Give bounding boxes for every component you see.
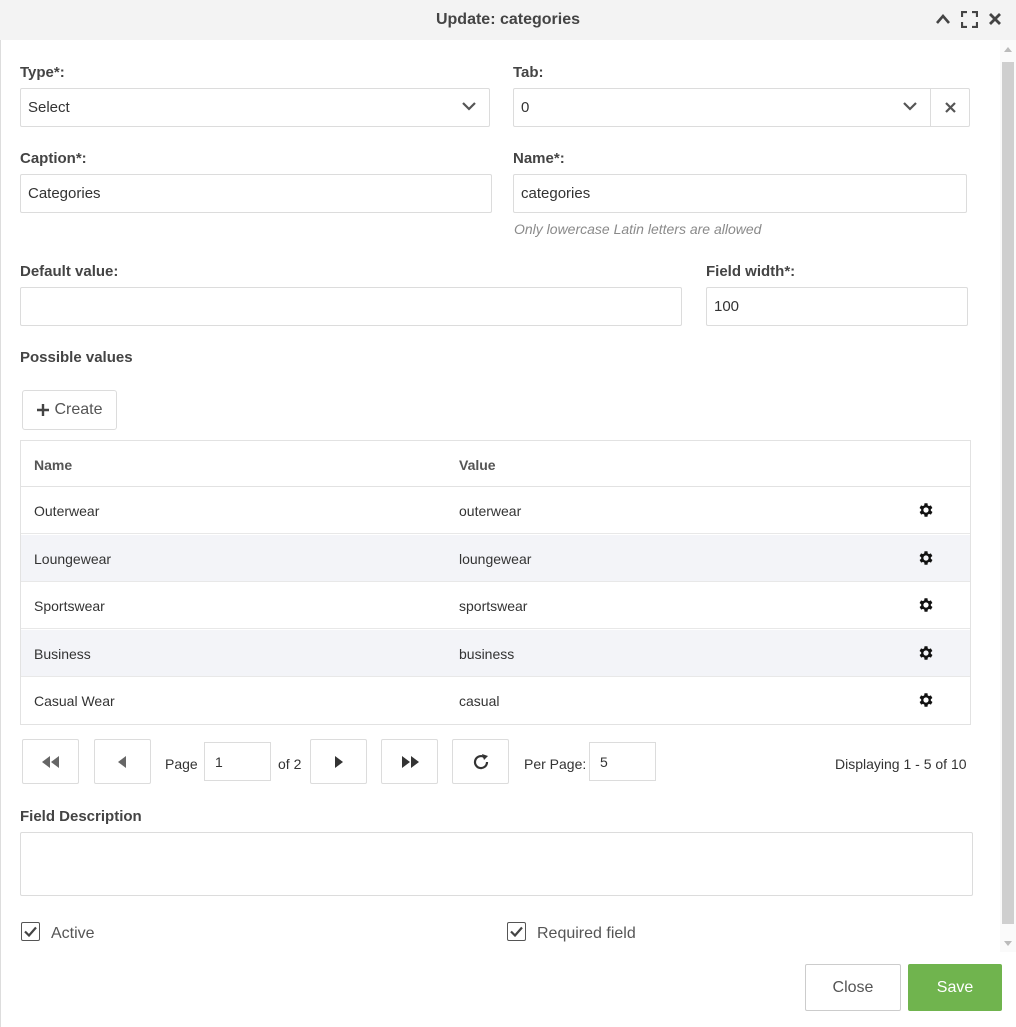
- field-width-input-value: 100: [714, 298, 740, 315]
- per-page-input[interactable]: 5: [589, 742, 656, 781]
- displaying-info: Displaying 1 - 5 of 10: [835, 756, 967, 772]
- row-name: Sportswear: [34, 598, 105, 614]
- name-input[interactable]: categories: [513, 174, 967, 213]
- row-name: Casual Wear: [34, 693, 115, 709]
- required-field-label[interactable]: Required field: [537, 925, 636, 943]
- row-name: Loungewear: [34, 551, 112, 567]
- first-page-button[interactable]: [22, 739, 79, 784]
- checkmark-icon: [24, 926, 37, 937]
- row-value: sportswear: [459, 598, 528, 614]
- table-row[interactable]: Outerwear outerwear: [21, 487, 970, 534]
- field-description-label: Field Description: [20, 808, 142, 825]
- table-row[interactable]: Business business: [21, 630, 970, 677]
- column-header-name[interactable]: Name: [34, 457, 72, 473]
- scrollbar-thumb[interactable]: [1002, 62, 1014, 924]
- dialog-left-border: [0, 40, 1, 1027]
- per-page-label: Per Page:: [524, 756, 587, 772]
- gear-icon[interactable]: [917, 644, 935, 662]
- required-field-checkbox[interactable]: [507, 922, 526, 941]
- next-page-button[interactable]: [310, 739, 367, 784]
- row-value: casual: [459, 693, 500, 709]
- active-checkbox[interactable]: [21, 922, 40, 941]
- prev-page-button[interactable]: [94, 739, 151, 784]
- refresh-button[interactable]: [452, 739, 509, 784]
- dialog-title: Update: categories: [435, 11, 581, 28]
- type-label: Type*:: [20, 64, 65, 81]
- row-name: Outerwear: [34, 503, 100, 519]
- page-count: of 2: [278, 756, 302, 772]
- type-select[interactable]: Select: [20, 88, 490, 127]
- close-icon[interactable]: [986, 9, 1004, 29]
- tab-select-value: 0: [521, 99, 530, 116]
- table-row[interactable]: Loungewear loungewear: [21, 535, 970, 582]
- checkmark-icon: [510, 926, 523, 937]
- clear-icon[interactable]: [944, 101, 957, 114]
- row-value: business: [459, 646, 515, 662]
- prev-page-icon: [118, 755, 126, 768]
- save-button[interactable]: Save: [908, 964, 1002, 1011]
- page-input-value: 1: [215, 753, 223, 770]
- row-value: outerwear: [459, 503, 522, 519]
- active-label[interactable]: Active: [51, 925, 95, 943]
- caption-input[interactable]: Categories: [20, 174, 492, 213]
- caption-label: Caption*:: [20, 150, 87, 167]
- chevron-up-icon[interactable]: [934, 9, 952, 29]
- name-label: Name*:: [513, 150, 565, 167]
- refresh-icon: [473, 753, 488, 769]
- first-page-icon: [41, 755, 59, 768]
- last-page-icon: [401, 755, 419, 768]
- gear-icon[interactable]: [917, 596, 935, 614]
- last-page-button[interactable]: [381, 739, 438, 784]
- gear-icon[interactable]: [917, 549, 935, 567]
- name-input-value: categories: [521, 185, 591, 202]
- fullscreen-icon[interactable]: [960, 9, 978, 29]
- field-width-input[interactable]: 100: [706, 287, 968, 326]
- scroll-down-arrow-icon[interactable]: [1004, 941, 1012, 946]
- next-page-icon: [335, 755, 343, 768]
- tab-label: Tab:: [513, 64, 544, 81]
- tab-select[interactable]: 0: [513, 88, 970, 127]
- column-header-value[interactable]: Value: [459, 457, 496, 473]
- default-value-label: Default value:: [20, 263, 119, 280]
- row-value: loungewear: [459, 551, 532, 567]
- page-label: Page: [165, 756, 198, 772]
- create-button[interactable]: Create: [22, 390, 117, 430]
- row-name: Business: [34, 646, 91, 662]
- name-hint: Only lowercase Latin letters are allowed: [514, 221, 762, 237]
- gear-icon[interactable]: [917, 501, 935, 519]
- table-row[interactable]: Casual Wear casual: [21, 677, 970, 724]
- table-row[interactable]: Sportswear sportswear: [21, 582, 970, 629]
- grid-header: Name Value: [21, 441, 970, 487]
- close-button[interactable]: Close: [805, 964, 901, 1011]
- dialog-titlebar: Update: categories: [0, 0, 1016, 40]
- possible-values-grid: Name Value Outerwear outerwear Loungewea…: [20, 440, 971, 725]
- gear-icon[interactable]: [917, 691, 935, 709]
- create-button-label: Create: [54, 401, 103, 418]
- caption-input-value: Categories: [28, 185, 101, 202]
- scroll-up-arrow-icon[interactable]: [1004, 47, 1012, 52]
- page-input[interactable]: 1: [204, 742, 271, 781]
- chevron-down-icon: [903, 102, 917, 111]
- chevron-down-icon: [462, 102, 476, 111]
- default-value-input[interactable]: [20, 287, 682, 326]
- per-page-input-value: 5: [600, 753, 608, 770]
- type-select-value: Select: [28, 99, 70, 116]
- field-width-label: Field width*:: [706, 263, 796, 280]
- plus-icon: [37, 404, 50, 416]
- field-description-textarea[interactable]: [20, 832, 973, 896]
- possible-values-label: Possible values: [20, 349, 133, 366]
